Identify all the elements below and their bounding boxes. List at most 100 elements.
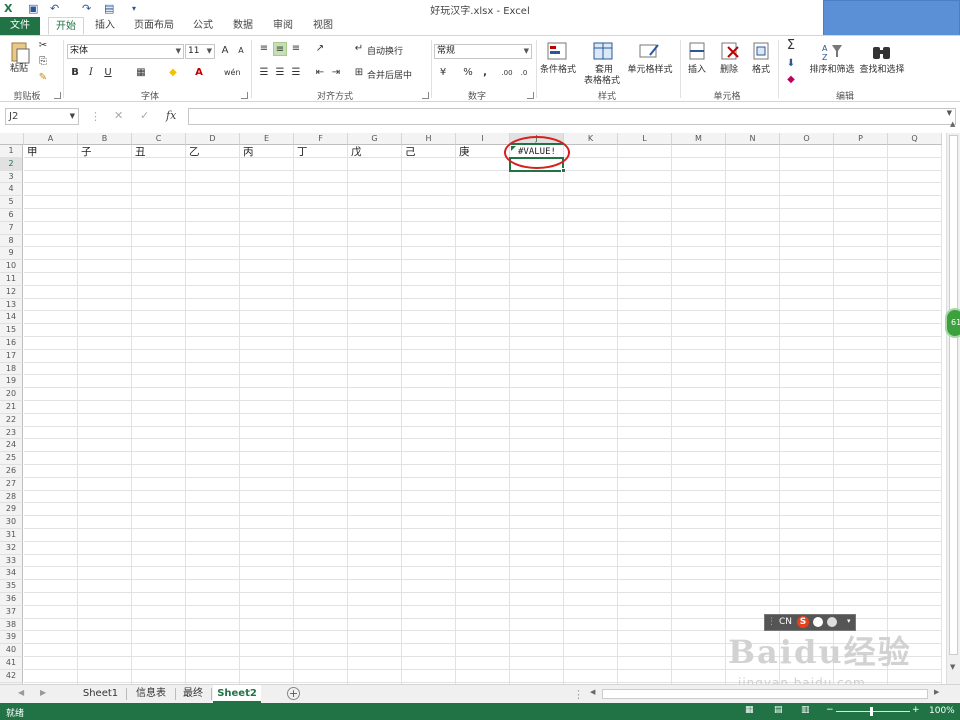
format-as-table-line2[interactable]: 表格格式	[578, 76, 626, 87]
grid-cell[interactable]	[348, 388, 402, 401]
grid-cell[interactable]	[618, 337, 672, 350]
grid-cell[interactable]	[186, 465, 240, 478]
grid-cell[interactable]	[402, 503, 456, 517]
grid-cell[interactable]	[78, 618, 132, 632]
grid-cell[interactable]	[672, 452, 726, 465]
grid-cell[interactable]	[456, 337, 510, 350]
percent-button[interactable]: %	[461, 66, 475, 80]
grid-cell[interactable]	[294, 247, 348, 261]
grid-cell[interactable]	[186, 593, 240, 606]
grid-cell[interactable]	[402, 529, 456, 542]
grid-cell[interactable]	[186, 311, 240, 325]
row-header-13[interactable]: 13	[0, 298, 23, 312]
grid-cell[interactable]	[132, 593, 186, 606]
grid-cell[interactable]	[294, 196, 348, 209]
grid-cell[interactable]	[564, 439, 618, 453]
grid-cell[interactable]	[672, 324, 726, 337]
grid-cell[interactable]	[564, 324, 618, 337]
scrollbar-thumb[interactable]	[949, 135, 958, 655]
grid-cell[interactable]	[780, 567, 834, 581]
grid-cell[interactable]	[564, 593, 618, 606]
grid-cell[interactable]	[186, 349, 240, 363]
grid-cell[interactable]	[24, 452, 78, 465]
grid-cell[interactable]	[24, 247, 78, 261]
grid-cell[interactable]	[402, 516, 456, 529]
grid-cell[interactable]	[888, 465, 942, 478]
grid-cell[interactable]	[834, 426, 888, 440]
grid-cell[interactable]	[132, 503, 186, 517]
fill-handle[interactable]	[561, 167, 566, 173]
grid-cell[interactable]	[564, 477, 618, 491]
grid-cell[interactable]	[888, 170, 942, 184]
grid-cell[interactable]	[240, 413, 294, 427]
grid-cell[interactable]	[726, 337, 780, 350]
wrap-text-button[interactable]: 自动换行	[367, 44, 403, 57]
shrink-font-button[interactable]: A	[234, 44, 248, 58]
row-header-3[interactable]: 3	[0, 170, 23, 184]
copy-icon[interactable]: ⎘	[36, 55, 50, 69]
row-header-7[interactable]: 7	[0, 221, 23, 235]
grid-cell[interactable]	[348, 426, 402, 440]
grid-cell[interactable]	[78, 362, 132, 376]
grid-cell[interactable]	[456, 516, 510, 529]
column-header-l[interactable]: L	[618, 133, 672, 145]
cell-g1[interactable]: 戊	[351, 146, 362, 158]
grid-cell[interactable]	[564, 298, 618, 312]
grid-cell[interactable]	[672, 388, 726, 401]
row-header-37[interactable]: 37	[0, 605, 23, 619]
grid-cell[interactable]	[132, 439, 186, 453]
row-header-14[interactable]: 14	[0, 311, 23, 325]
grid-cell[interactable]	[402, 541, 456, 555]
grid-cell[interactable]	[510, 516, 564, 529]
grid-cell[interactable]	[78, 298, 132, 312]
column-header-b[interactable]: B	[78, 133, 132, 145]
grid-cell[interactable]	[402, 375, 456, 389]
grid-cell[interactable]	[780, 529, 834, 542]
grid-cell[interactable]	[780, 580, 834, 593]
grid-cell[interactable]	[240, 170, 294, 184]
grid-cell[interactable]	[24, 593, 78, 606]
grid-cell[interactable]	[78, 209, 132, 222]
grid-cell[interactable]	[564, 490, 618, 504]
grid-cell[interactable]	[132, 196, 186, 209]
grid-cell[interactable]	[78, 503, 132, 517]
grid-cell[interactable]	[78, 605, 132, 619]
grid-cell[interactable]	[186, 669, 240, 683]
grid-cell[interactable]	[672, 401, 726, 414]
next-sheet-icon[interactable]: ▶	[40, 688, 46, 697]
grid-cell[interactable]	[888, 503, 942, 517]
grid-cell[interactable]	[726, 413, 780, 427]
grid-cell[interactable]	[618, 439, 672, 453]
wrap-text-icon[interactable]: ↵	[352, 42, 366, 56]
grid-cell[interactable]	[888, 452, 942, 465]
cell-styles-icon[interactable]	[638, 41, 662, 63]
grid-cell[interactable]	[618, 567, 672, 581]
grid-cell[interactable]	[456, 657, 510, 670]
grid-cell[interactable]	[24, 644, 78, 657]
grid-cell[interactable]	[834, 362, 888, 376]
grid-cell[interactable]	[618, 375, 672, 389]
grid-cell[interactable]	[348, 196, 402, 209]
grid-cell[interactable]	[510, 324, 564, 337]
grid-cell[interactable]	[780, 426, 834, 440]
paste-icon[interactable]	[8, 41, 32, 64]
align-right-icon[interactable]: ☰	[289, 66, 303, 80]
grid-cell[interactable]	[456, 605, 510, 619]
grid-cell[interactable]	[78, 452, 132, 465]
row-header-22[interactable]: 22	[0, 413, 23, 427]
align-bottom-icon[interactable]: ≡	[289, 42, 303, 56]
grid-cell[interactable]	[672, 157, 726, 171]
grid-cell[interactable]	[780, 298, 834, 312]
grid-cell[interactable]	[132, 554, 186, 568]
conditional-format-icon[interactable]	[546, 41, 570, 63]
grid-cell[interactable]	[294, 477, 348, 491]
grid-cell[interactable]	[888, 183, 942, 197]
grid-cell[interactable]	[24, 669, 78, 683]
number-launcher-icon[interactable]	[527, 92, 534, 99]
grid-cell[interactable]	[240, 337, 294, 350]
find-select-button[interactable]: 查找和选择	[857, 65, 907, 76]
grid-cell[interactable]	[618, 490, 672, 504]
grid-cell[interactable]	[510, 170, 564, 184]
grid-cell[interactable]	[780, 401, 834, 414]
grid-cell[interactable]	[672, 273, 726, 286]
